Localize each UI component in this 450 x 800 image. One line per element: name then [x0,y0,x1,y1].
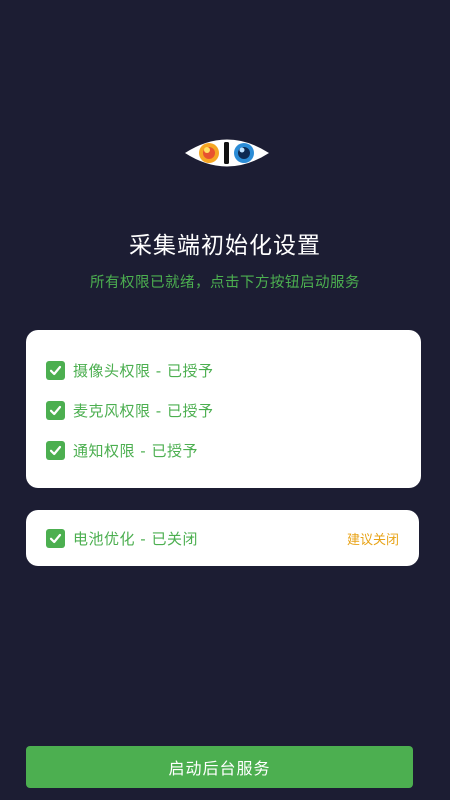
permissions-card: 摄像头权限 - 已授予 麦克风权限 - 已授予 通知权限 - 已授予 [26,330,421,488]
check-icon [46,360,65,380]
start-background-service-button[interactable]: 启动后台服务 [26,746,413,788]
setup-screen: 采集端初始化设置 所有权限已就绪，点击下方按钮启动服务 摄像头权限 - 已授予 … [0,0,450,800]
permission-item-microphone: 麦克风权限 - 已授予 [26,390,421,430]
check-icon [46,440,65,460]
check-icon [46,400,65,420]
battery-optimization-item: 电池优化 - 已关闭 建议关闭 [26,510,419,566]
permission-label: 摄像头权限 - 已授予 [73,361,214,380]
permission-label: 通知权限 - 已授予 [73,441,198,460]
permission-item-camera: 摄像头权限 - 已授予 [26,350,421,390]
permission-label: 麦克风权限 - 已授予 [73,401,214,420]
battery-optimization-label: 电池优化 - 已关闭 [73,529,198,548]
permission-item-notification: 通知权限 - 已授予 [26,430,421,470]
eye-logo-icon [185,139,269,167]
page-title: 采集端初始化设置 [129,233,321,259]
suggest-disable-link[interactable]: 建议关闭 [347,529,399,548]
battery-optimization-card: 电池优化 - 已关闭 建议关闭 [26,510,419,566]
check-icon [46,528,65,548]
page-subtitle: 所有权限已就绪，点击下方按钮启动服务 [90,275,360,291]
